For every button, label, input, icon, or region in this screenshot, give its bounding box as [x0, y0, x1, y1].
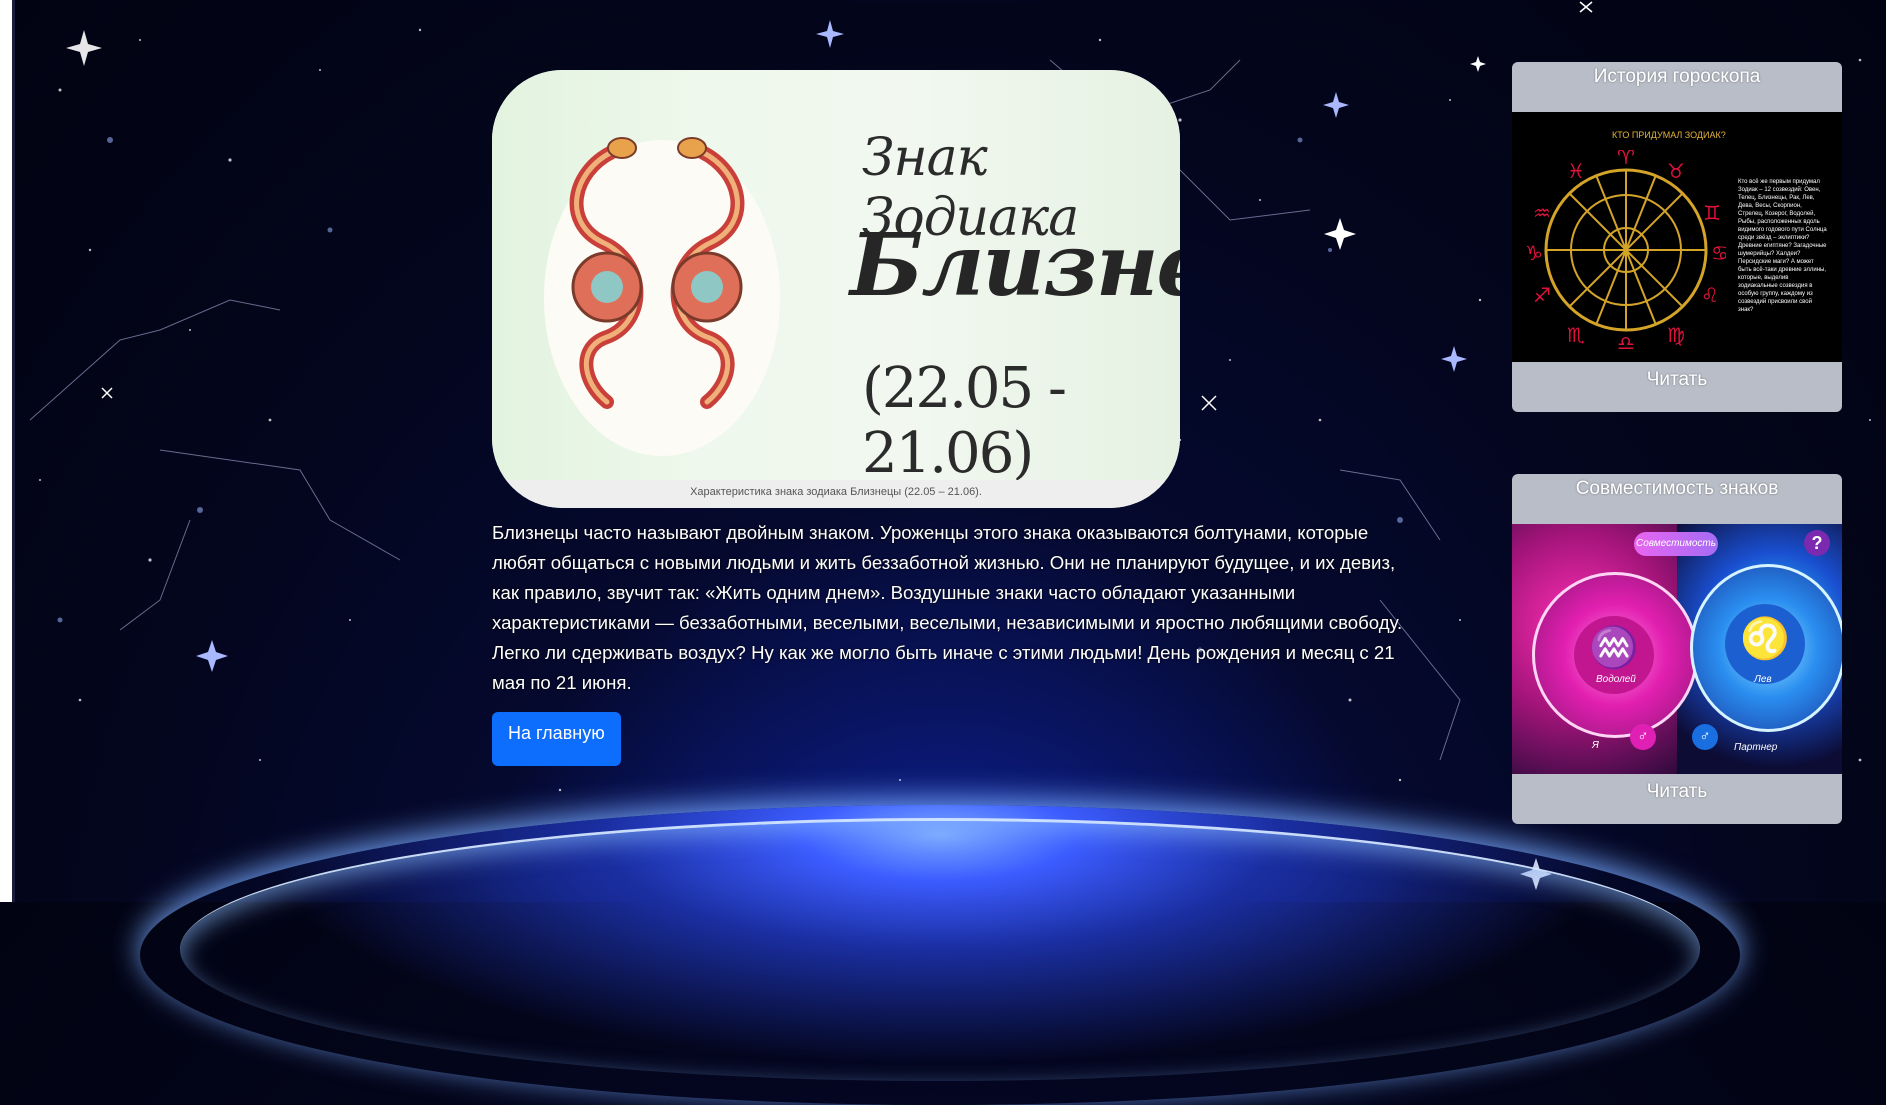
- svg-text:♈: ♈: [1617, 150, 1635, 169]
- svg-text:♍: ♍: [1667, 323, 1685, 347]
- svg-text:♏: ♏: [1567, 323, 1585, 347]
- hero-caption: Характеристика знака зодиака Близнецы (2…: [492, 480, 1180, 508]
- svg-text:♉: ♉: [1667, 159, 1685, 183]
- svg-text:♐: ♐: [1533, 283, 1551, 307]
- zodiac-wheel-icon: ♈ ♉ ♊ ♋ ♌ ♍ ♎ ♏ ♐ ♑ ♒ ♓: [1526, 150, 1726, 350]
- svg-text:♌: ♌: [1701, 283, 1719, 307]
- main-content: Знак Зодиака Близнецы (22.05 - 21.06) Ха…: [492, 70, 1422, 766]
- hero-image-panel: Знак Зодиака Близнецы (22.05 - 21.06): [492, 70, 1180, 486]
- card-sign-compatibility: Совместимость знаков ♒ ♌ Водолей Лев Сов…: [1512, 474, 1842, 824]
- history-image-text: Кто всё же первым придумал Зодиак – 12 с…: [1738, 179, 1827, 313]
- card-title: Совместимость знаков: [1575, 478, 1779, 499]
- svg-text:♋: ♋: [1711, 241, 1726, 265]
- male-icon: ♂: [1630, 724, 1656, 750]
- history-image[interactable]: КТО ПРИДУМАЛ ЗОДИАК? ♈ ♉ ♊ ♋ ♌ ♍ ♎ ♏ ♐ ♑ ♒ ♓ Кто…: [1512, 112, 1842, 362]
- svg-text:♊: ♊: [1703, 201, 1721, 225]
- read-button[interactable]: Читать: [1512, 774, 1842, 824]
- left-sign-label: Водолей: [1596, 674, 1636, 685]
- hero-image: Знак Зодиака Близнецы (22.05 - 21.06) Ха…: [492, 70, 1180, 508]
- svg-text:♑: ♑: [1526, 241, 1543, 265]
- leo-icon: ♌: [1725, 604, 1805, 684]
- svg-text:♓: ♓: [1567, 159, 1585, 183]
- gemini-snakes-icon: [569, 137, 745, 409]
- male-icon: ♂: [1692, 724, 1718, 750]
- card-horoscope-history: История гороскопа КТО ПРИДУМАЛ ЗОДИАК? ♈…: [1512, 62, 1842, 412]
- help-icon: ?: [1804, 530, 1830, 556]
- sign-description: Близнецы часто называют двойным знаком. …: [492, 522, 1403, 693]
- hero-title-line2: Близнецы: [850, 215, 1180, 316]
- compatibility-badge: Совместимость: [1634, 532, 1718, 556]
- history-image-heading: КТО ПРИДУМАЛ ЗОДИАК?: [1612, 130, 1726, 140]
- planet-horizon: [180, 818, 1700, 1081]
- compatibility-image[interactable]: ♒ ♌ Водолей Лев Совместимость ? ♂ ♂ Я Па…: [1512, 524, 1842, 774]
- svg-text:♒: ♒: [1533, 201, 1551, 225]
- left-person-label: Я: [1592, 740, 1599, 751]
- read-button[interactable]: Читать: [1512, 362, 1842, 412]
- svg-text:♎: ♎: [1617, 331, 1635, 350]
- right-person-label: Партнер: [1734, 742, 1778, 753]
- home-button[interactable]: На главную: [492, 712, 621, 766]
- hero-title-dates: (22.05 - 21.06): [862, 356, 1067, 486]
- right-sign-label: Лев: [1754, 674, 1772, 685]
- card-title: История гороскопа: [1593, 66, 1761, 87]
